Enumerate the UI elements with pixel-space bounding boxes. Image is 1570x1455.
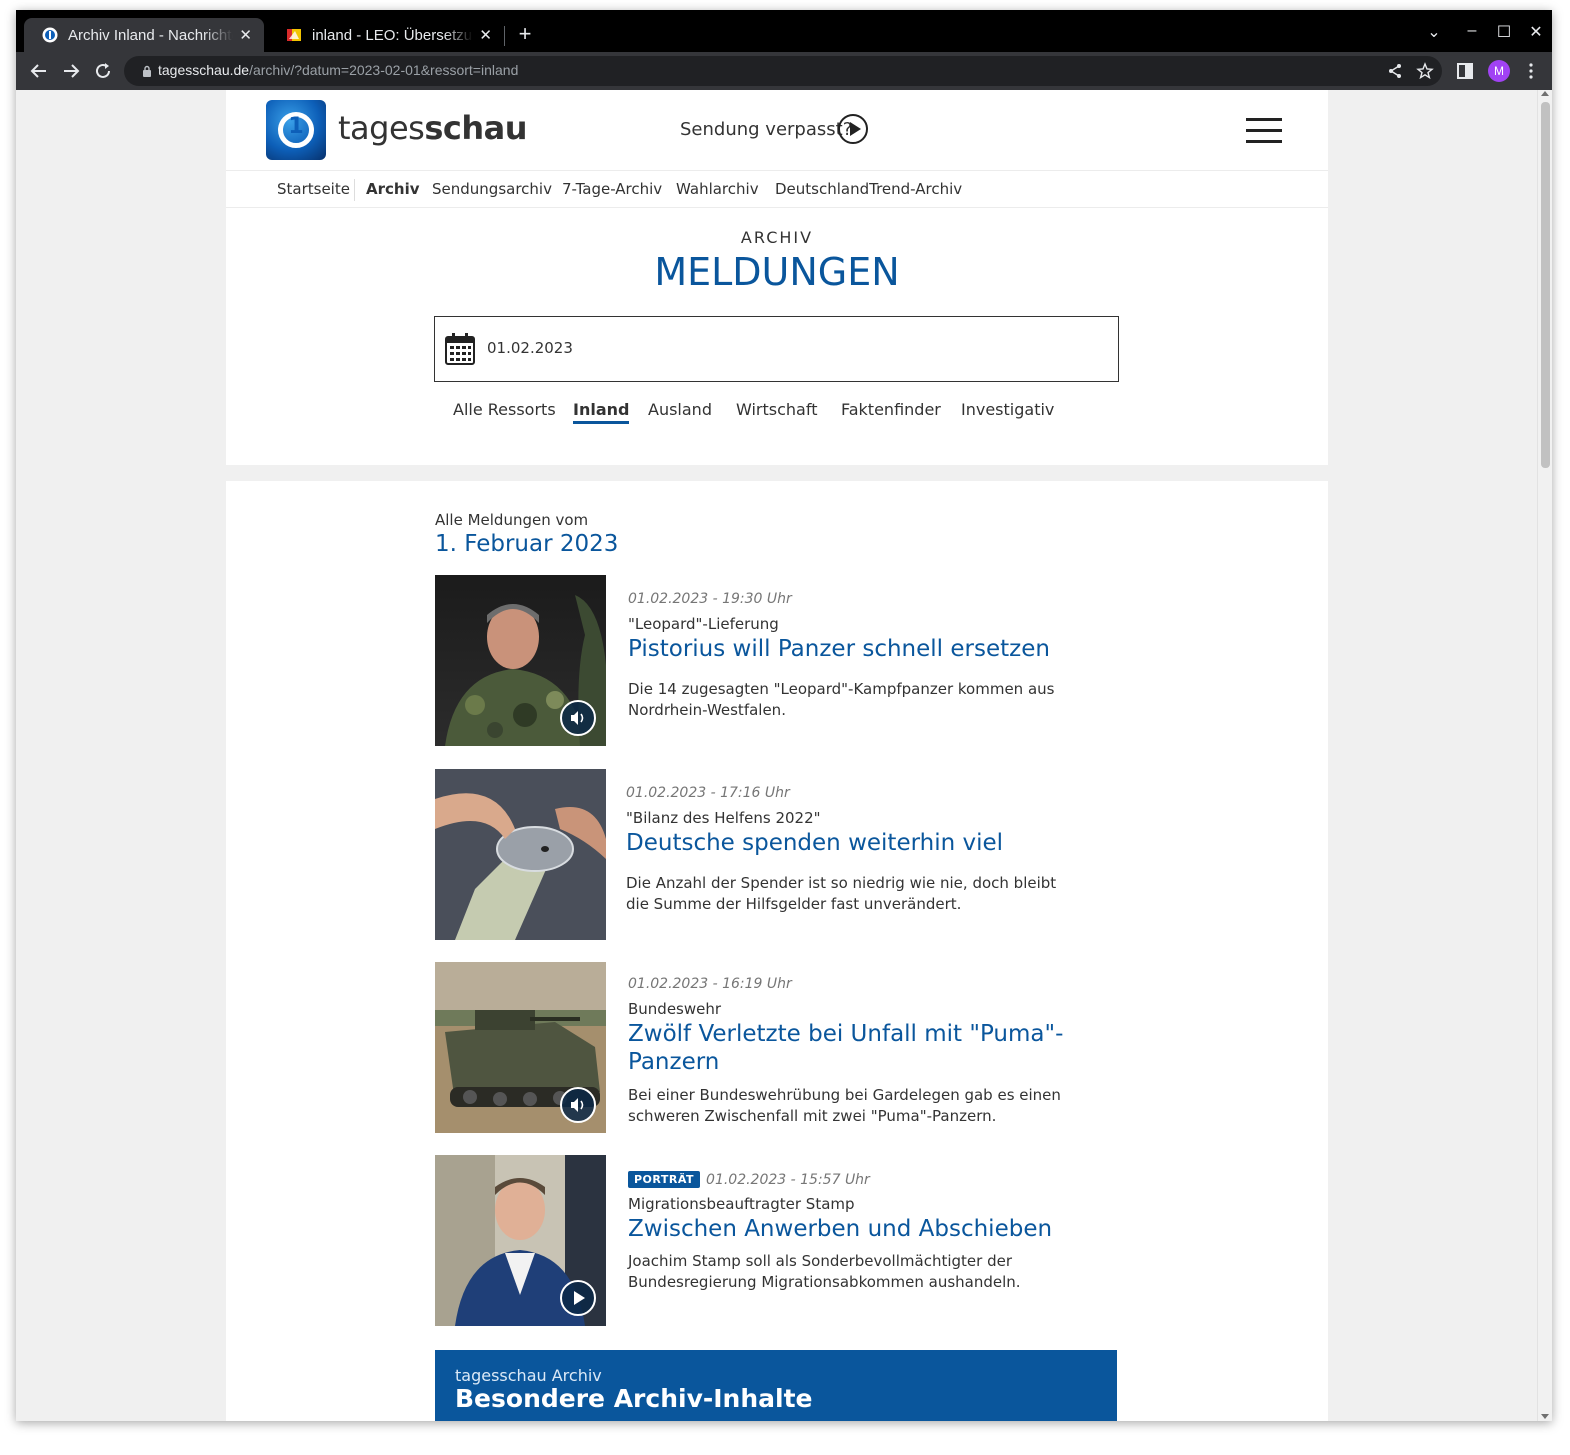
list-date-heading: 1. Februar 2023 [435, 531, 619, 557]
teaser-topline: Migrationsbeauftragter Stamp [628, 1195, 855, 1213]
tab-title: Archiv Inland - Nachrichten [68, 26, 234, 44]
profile-avatar[interactable]: M [1488, 60, 1510, 82]
leo-favicon-icon [287, 29, 301, 41]
tagesschau-logo[interactable]: 1 [266, 100, 326, 160]
forward-arrow-icon[interactable] [60, 60, 82, 82]
url-text: tagesschau.de/archiv/?datum=2023-02-01&r… [158, 62, 519, 78]
logo-mark: 1 [288, 114, 304, 139]
ressort-inland[interactable]: Inland [573, 400, 630, 424]
teaser-topline: "Leopard"-Lieferung [628, 615, 779, 633]
teaser-description: Bei einer Bundeswehrübung bei Gardelegen… [628, 1086, 1061, 1125]
teaser-title[interactable]: Zwischen Anwerben und Abschieben [628, 1215, 1068, 1243]
tab-strip: Archiv Inland - Nachrichten ✕ inland - L… [16, 10, 1552, 52]
play-icon[interactable] [838, 114, 868, 144]
ressort-filter: Alle Ressorts Inland Ausland Wirtschaft … [226, 400, 1328, 430]
teaser-topline: Bundeswehr [628, 1000, 722, 1018]
close-window-icon[interactable]: ✕ [1526, 22, 1546, 42]
archive-subnav: Startseite Archiv Sendungsarchiv 7-Tage-… [226, 170, 1328, 208]
maximize-icon[interactable]: ☐ [1494, 22, 1514, 42]
sendung-verpasst-link[interactable]: Sendung verpasst? [680, 119, 852, 140]
lock-icon [143, 65, 151, 77]
calendar-icon[interactable] [445, 333, 475, 365]
reload-icon[interactable] [92, 60, 114, 82]
address-bar[interactable]: tagesschau.de/archiv/?datum=2023-02-01&r… [124, 56, 1442, 86]
browser-menu-icon[interactable] [1522, 62, 1540, 80]
audio-icon[interactable] [560, 1087, 596, 1123]
scroll-up-arrow-icon[interactable] [1541, 91, 1549, 96]
page-header-area: 1 tagesschau Sendung verpasst? Startseit… [226, 90, 1328, 465]
subnav-sendungsarchiv[interactable]: Sendungsarchiv [432, 180, 552, 198]
teaser-title[interactable]: Zwölf Verletzte bei Unfall mit "Puma"-Pa… [628, 1020, 1068, 1076]
audio-icon[interactable] [560, 700, 596, 736]
tagesschau-favicon-icon [42, 27, 58, 43]
play-icon[interactable] [560, 1280, 596, 1316]
news-teaser[interactable]: 01.02.2023 - 16:19 Uhr Bundeswehr Zwölf … [435, 962, 1115, 1133]
teaser-title[interactable]: Deutsche spenden weiterhin viel [626, 829, 1066, 857]
page-viewport: 1 tagesschau Sendung verpasst? Startseit… [16, 90, 1552, 1421]
ressort-alle[interactable]: Alle Ressorts [453, 400, 556, 419]
teaser-description: Die 14 zugesagten "Leopard"-Kampfpanzer … [628, 680, 1055, 719]
promo-subtitle: tagesschau Archiv [455, 1366, 602, 1385]
teaser-date: 01.02.2023 - 16:19 Uhr [628, 976, 792, 992]
tab-search-chevron-icon[interactable]: ⌄ [1424, 22, 1444, 42]
browser-toolbar: tagesschau.de/archiv/?datum=2023-02-01&r… [16, 52, 1552, 90]
hamburger-menu-icon[interactable] [1246, 118, 1282, 144]
teaser-title[interactable]: Pistorius will Panzer schnell ersetzen [628, 635, 1068, 663]
teaser-description: Joachim Stamp soll als Sonderbevollmächt… [628, 1252, 1021, 1291]
teaser-topline: "Bilanz des Helfens 2022" [626, 809, 821, 827]
news-teaser[interactable]: 01.02.2023 - 19:30 Uhr "Leopard"-Lieferu… [435, 575, 1115, 746]
new-tab-icon[interactable]: + [514, 21, 536, 47]
close-tab-icon[interactable]: ✕ [239, 26, 252, 44]
teaser-image[interactable] [435, 769, 606, 940]
list-intro: Alle Meldungen vom [435, 511, 589, 529]
subnav-7-tage-archiv[interactable]: 7-Tage-Archiv [562, 180, 662, 198]
page-title: MELDUNGEN [654, 250, 900, 294]
news-list-area: Alle Meldungen vom 1. Februar 2023 01.02… [226, 481, 1328, 1421]
subnav-wahlarchiv[interactable]: Wahlarchiv [676, 180, 759, 198]
back-arrow-icon[interactable] [28, 60, 50, 82]
subnav-startseite[interactable]: Startseite [277, 180, 350, 198]
browser-window: Archiv Inland - Nachrichten ✕ inland - L… [16, 10, 1552, 1421]
share-icon[interactable] [1386, 62, 1404, 80]
side-panel-icon[interactable] [1456, 62, 1474, 80]
tab-leo[interactable]: inland - LEO: Übersetzung ✕ [268, 18, 504, 52]
archive-kicker: ARCHIV [740, 228, 814, 247]
brand-wordmark[interactable]: tagesschau [338, 109, 527, 147]
subnav-divider [354, 179, 355, 201]
ressort-ausland[interactable]: Ausland [648, 400, 712, 419]
minimize-icon[interactable]: – [1462, 22, 1482, 40]
scrollbar-thumb[interactable] [1541, 102, 1550, 468]
date-picker-field[interactable]: 01.02.2023 [434, 316, 1119, 382]
ressort-wirtschaft[interactable]: Wirtschaft [736, 400, 817, 419]
scroll-down-arrow-icon[interactable] [1541, 1414, 1549, 1419]
subnav-archiv[interactable]: Archiv [366, 180, 420, 198]
portrait-badge: PORTRÄT [628, 1171, 701, 1188]
teaser-date: 01.02.2023 - 19:30 Uhr [628, 591, 792, 607]
tab-divider [504, 26, 505, 46]
tab-archiv-inland[interactable]: Archiv Inland - Nachrichten ✕ [24, 18, 264, 52]
news-teaser[interactable]: PORTRÄT 01.02.2023 - 15:57 Uhr Migrations… [435, 1155, 1115, 1326]
ressort-investigativ[interactable]: Investigativ [961, 400, 1054, 419]
teaser-date: 01.02.2023 - 17:16 Uhr [626, 785, 790, 801]
page-scrollbar[interactable] [1537, 90, 1552, 1421]
subnav-deutschlandtrend-archiv[interactable]: DeutschlandTrend-Archiv [775, 180, 962, 198]
news-teaser[interactable]: 01.02.2023 - 17:16 Uhr "Bilanz des Helfe… [435, 769, 1115, 940]
bookmark-star-icon[interactable] [1416, 62, 1434, 80]
teaser-description: Die Anzahl der Spender ist so niedrig wi… [626, 874, 1057, 913]
tab-title: inland - LEO: Übersetzung [312, 26, 474, 44]
close-tab-icon[interactable]: ✕ [479, 26, 492, 44]
promo-title: Besondere Archiv-Inhalte [455, 1384, 813, 1413]
archive-promo-box[interactable]: tagesschau Archiv Besondere Archiv-Inhal… [435, 1350, 1117, 1421]
ressort-faktenfinder[interactable]: Faktenfinder [841, 400, 941, 419]
teaser-date: PORTRÄT 01.02.2023 - 15:57 Uhr [628, 1171, 870, 1188]
date-value: 01.02.2023 [487, 339, 573, 357]
